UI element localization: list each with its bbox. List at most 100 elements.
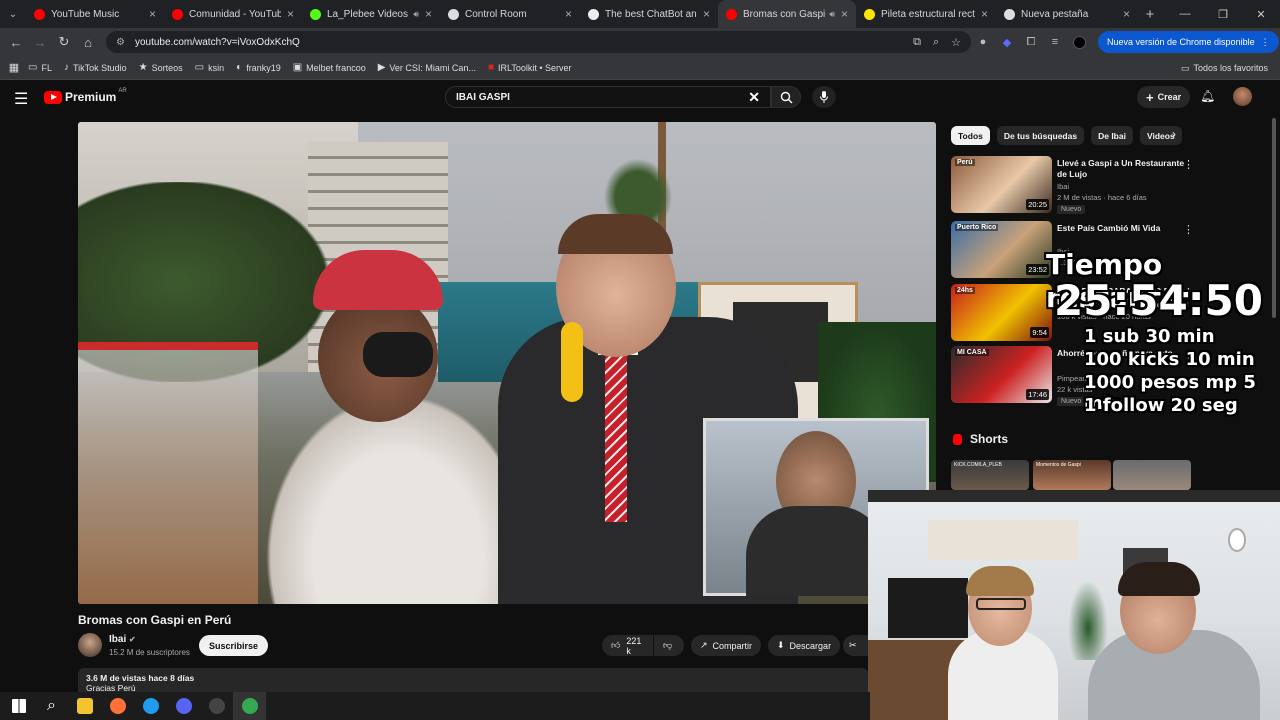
speaker-icon[interactable]: 🔊︎	[829, 9, 835, 20]
minimize-icon[interactable]: —	[1166, 0, 1204, 28]
avatar[interactable]	[1233, 87, 1252, 106]
bookmark-item[interactable]: ■ IRLToolkit • Server	[488, 62, 572, 73]
search-input[interactable]: IBAI GASPI ✕	[445, 86, 771, 108]
tab[interactable]: Bromas con Gaspi en🔊︎ ×	[718, 0, 856, 28]
clip-button[interactable]: ✂	[843, 635, 869, 656]
install-app-icon[interactable]: ⧉	[913, 36, 921, 49]
profile-icon[interactable]	[1073, 35, 1086, 49]
dislike-button[interactable]: 👎︎	[654, 635, 684, 656]
search-icon[interactable]: ⌕	[35, 692, 68, 720]
tab[interactable]: Comunidad - YouTube Stu ×	[164, 0, 302, 28]
chevron-right-icon[interactable]: ›	[1172, 127, 1176, 141]
forward-icon[interactable]: →	[28, 35, 52, 50]
apps-grid-icon[interactable]: ▦	[0, 61, 28, 74]
like-button[interactable]: 👍︎ 221 k	[602, 635, 653, 656]
short-thumb[interactable]: Momentos de Gaspi	[1033, 460, 1111, 490]
tab[interactable]: The best ChatBot and Wri ×	[580, 0, 718, 28]
clear-search-icon[interactable]: ✕	[748, 89, 760, 106]
back-icon[interactable]: ←	[4, 35, 28, 50]
extension-2-icon[interactable]: ◆	[995, 36, 1019, 49]
bookmark-item[interactable]: ♪ TikTok Studio	[64, 62, 127, 73]
restore-icon[interactable]: ❐	[1204, 0, 1242, 28]
more-options-icon[interactable]: ⋮	[1183, 158, 1194, 171]
extensions-icon[interactable]: ⧠	[1019, 36, 1043, 49]
download-button[interactable]: ⬇ Descargar	[768, 635, 841, 656]
video-thumbnail[interactable]: 24hs 9:54	[951, 284, 1052, 341]
site-info-icon[interactable]: ⚙	[116, 37, 125, 48]
menu-icon[interactable]: ☰	[14, 89, 28, 109]
video-thumbnail[interactable]: Perú 20:25	[951, 156, 1052, 213]
search-button[interactable]	[771, 86, 801, 108]
tab[interactable]: Control Room ×	[440, 0, 580, 28]
youtube-header: ☰ Premium AR IBAI GASPI ✕ + Crear 🔔︎	[0, 80, 1280, 114]
star-icon: ★	[138, 62, 148, 73]
file-explorer-icon[interactable]	[68, 692, 101, 720]
close-tab-icon[interactable]: ×	[703, 7, 710, 21]
obs-icon[interactable]	[200, 692, 233, 720]
close-tab-icon[interactable]: ×	[149, 7, 156, 21]
notifications-icon[interactable]: 🔔︎	[1200, 89, 1215, 103]
search-icon	[780, 91, 792, 103]
wall-shelf	[928, 520, 1078, 560]
speaker-icon[interactable]: 🔊︎	[413, 9, 419, 20]
thumbs-down-icon: 👎︎	[663, 640, 673, 650]
video-thumbnail[interactable]: MI CASA 17:46	[951, 346, 1052, 403]
voice-search-button[interactable]	[812, 86, 836, 108]
video-player[interactable]	[78, 122, 936, 604]
bookmark-label: ksin	[208, 62, 225, 73]
youtube-play-icon	[44, 90, 62, 104]
channel-name[interactable]: Ibai ✔	[109, 634, 136, 645]
recommended-video[interactable]: Perú 20:25 Llevé a Gaspi a Un Restaurante …	[951, 156, 1251, 214]
duration-badge: 20:25	[1026, 199, 1049, 210]
all-bookmarks[interactable]: ▭ Todos los favoritos	[1181, 56, 1268, 80]
bookmark-item[interactable]: ◐ franky19	[236, 62, 281, 73]
video-thumbnail[interactable]: Puerto Rico 23:52	[951, 221, 1052, 278]
extension-1-icon[interactable]: ●	[971, 36, 995, 48]
share-button[interactable]: ↗ Compartir	[691, 635, 762, 656]
tab-title: Comunidad - YouTube Stu	[189, 8, 281, 20]
bookmark-item[interactable]: ▣ Melbet francoo	[293, 62, 366, 73]
close-tab-icon[interactable]: ×	[841, 7, 848, 21]
filter-chip[interactable]: Todos	[951, 126, 990, 145]
close-tab-icon[interactable]: ×	[425, 7, 432, 21]
tab-list-icon[interactable]: ≡	[1043, 36, 1067, 48]
bookmark-item[interactable]: ▶ Ver CSI: Miami Can...	[378, 62, 476, 73]
close-tab-icon[interactable]: ×	[981, 7, 988, 21]
tab[interactable]: YouTube Music ×	[26, 0, 164, 28]
home-icon[interactable]: ⌂	[76, 35, 100, 50]
bookmark-item[interactable]: ▭ FL	[28, 62, 52, 73]
create-button[interactable]: + Crear	[1137, 86, 1191, 108]
close-tab-icon[interactable]: ×	[1123, 7, 1130, 21]
tab-strip: ⌄ YouTube Music × Comunidad - YouTube Stu ×…	[0, 0, 1280, 28]
subscribe-button[interactable]: Suscribirse	[199, 635, 269, 656]
bookmark-star-icon[interactable]: ☆	[951, 36, 961, 49]
filter-chip[interactable]: De tus búsquedas	[996, 126, 1085, 145]
channel-avatar[interactable]	[78, 633, 102, 657]
filter-chip[interactable]: De Ibai	[1091, 126, 1133, 145]
tab[interactable]: Nueva pestaña ×	[996, 0, 1138, 28]
tab[interactable]: La_Plebee Videos - W 🔊︎ ×	[302, 0, 440, 28]
windows-start-icon[interactable]	[2, 692, 35, 720]
firefox-icon[interactable]	[101, 692, 134, 720]
tab-favicon-icon	[1004, 8, 1015, 20]
discord-icon[interactable]	[167, 692, 200, 720]
tab-search-icon[interactable]: ⌄	[0, 0, 26, 28]
youtube-logo[interactable]: Premium AR	[44, 88, 127, 104]
chrome-update-button[interactable]: Nueva versión de Chrome disponible ⋮	[1098, 31, 1279, 53]
close-tab-icon[interactable]: ×	[565, 7, 572, 21]
close-window-icon[interactable]: ✕	[1242, 0, 1280, 28]
edge-icon[interactable]	[134, 692, 167, 720]
bookmark-item[interactable]: ▭ ksin	[195, 62, 224, 73]
obs-glyph	[208, 698, 225, 714]
more-options-icon[interactable]: ⋮	[1183, 223, 1194, 236]
tab[interactable]: Pileta estructural rectang ×	[856, 0, 996, 28]
zoom-icon[interactable]: ⌕	[933, 36, 939, 49]
short-thumb[interactable]	[1113, 460, 1191, 490]
omnibox[interactable]: ⚙ youtube.com/watch?v=iVoxOdxKchQ ⧉ ⌕ ☆	[106, 31, 971, 53]
reload-icon[interactable]: ↻	[52, 34, 76, 50]
short-thumb[interactable]: KICK.COM/LA_PLEB	[951, 460, 1029, 490]
bookmark-item[interactable]: ★ Sorteos	[139, 62, 183, 73]
new-tab-button[interactable]: +	[1138, 6, 1162, 23]
chrome-icon[interactable]	[233, 692, 266, 720]
close-tab-icon[interactable]: ×	[287, 7, 294, 21]
